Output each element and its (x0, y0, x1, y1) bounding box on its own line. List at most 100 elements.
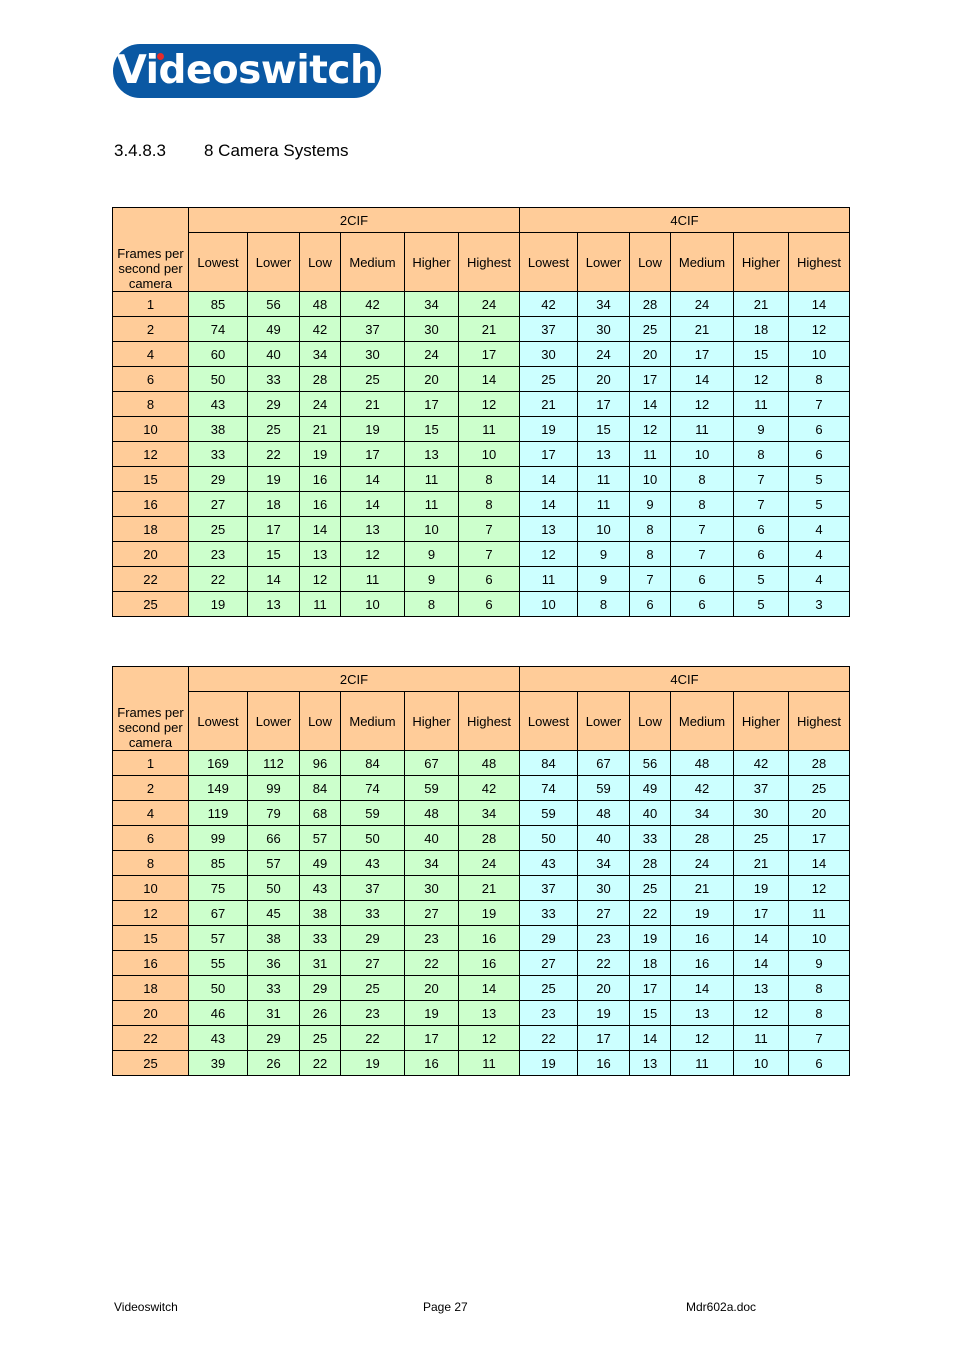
quality-level-header: Lowest (188, 232, 248, 292)
footer-page-number: Page 27 (423, 1300, 468, 1314)
cell-4cif: 17 (519, 441, 578, 467)
fps-cell: 1 (112, 750, 189, 776)
cell-2cif: 31 (247, 1000, 300, 1026)
group-header-2cif: 2CIF (188, 207, 520, 233)
cell-4cif: 74 (519, 775, 578, 801)
cell-4cif: 22 (629, 900, 671, 926)
cell-4cif: 19 (519, 1050, 578, 1076)
cell-4cif: 8 (788, 975, 850, 1001)
cell-2cif: 19 (188, 591, 248, 617)
cell-4cif: 17 (670, 341, 734, 367)
cell-4cif: 21 (733, 850, 789, 876)
cell-4cif: 12 (629, 416, 671, 442)
cell-2cif: 50 (188, 975, 248, 1001)
cell-4cif: 59 (577, 775, 630, 801)
quality-level-header: Highest (458, 232, 520, 292)
cell-4cif: 20 (788, 800, 850, 826)
cell-4cif: 37 (519, 316, 578, 342)
cell-4cif: 25 (629, 316, 671, 342)
cell-2cif: 9 (404, 541, 459, 567)
cell-2cif: 14 (247, 566, 300, 592)
cell-4cif: 28 (670, 825, 734, 851)
cell-4cif: 40 (577, 825, 630, 851)
cell-4cif: 5 (788, 491, 850, 517)
quality-level-header: Low (299, 232, 341, 292)
fps-cell: 12 (112, 441, 189, 467)
cell-2cif: 19 (299, 441, 341, 467)
quality-level-header: Medium (340, 232, 405, 292)
cell-4cif: 11 (733, 391, 789, 417)
cell-4cif: 37 (519, 875, 578, 901)
cell-2cif: 22 (247, 441, 300, 467)
cell-4cif: 16 (670, 925, 734, 951)
cell-4cif: 21 (670, 875, 734, 901)
table-row: 8 85 57 49 43 34 24 43 34 28 24 21 14 (112, 850, 850, 876)
cell-4cif: 14 (670, 975, 734, 1001)
cell-2cif: 21 (458, 875, 520, 901)
fps-table-2: Frames per second per camera 2CIF 4CIF Lowe… (112, 666, 850, 1076)
cell-4cif: 11 (670, 1050, 734, 1076)
cell-4cif: 13 (670, 1000, 734, 1026)
cell-4cif: 48 (670, 750, 734, 776)
cell-4cif: 50 (519, 825, 578, 851)
cell-4cif: 12 (733, 1000, 789, 1026)
cell-2cif: 9 (404, 566, 459, 592)
fps-cell: 6 (112, 825, 189, 851)
cell-2cif: 30 (404, 875, 459, 901)
cell-2cif: 169 (188, 750, 248, 776)
fps-cell: 12 (112, 900, 189, 926)
cell-4cif: 15 (733, 341, 789, 367)
fps-cell: 6 (112, 366, 189, 392)
table-row: 12 67 45 38 33 27 19 33 27 22 19 17 11 (112, 900, 850, 926)
cell-2cif: 17 (404, 391, 459, 417)
table-row: 16 27 18 16 14 11 8 14 11 9 8 7 5 (112, 491, 850, 517)
cell-4cif: 8 (629, 516, 671, 542)
cell-4cif: 17 (577, 391, 630, 417)
cell-4cif: 6 (788, 441, 850, 467)
quality-level-header: Highest (788, 691, 850, 751)
cell-2cif: 30 (340, 341, 405, 367)
cell-4cif: 23 (519, 1000, 578, 1026)
quality-level-header: Low (299, 691, 341, 751)
cell-2cif: 21 (340, 391, 405, 417)
cell-2cif: 40 (247, 341, 300, 367)
cell-2cif: 29 (340, 925, 405, 951)
cell-2cif: 14 (340, 491, 405, 517)
cell-4cif: 25 (519, 366, 578, 392)
cell-2cif: 16 (404, 1050, 459, 1076)
group-header-4cif: 4CIF (519, 666, 850, 692)
cell-2cif: 66 (247, 825, 300, 851)
quality-level-header: Higher (404, 691, 459, 751)
cell-4cif: 24 (577, 341, 630, 367)
cell-2cif: 17 (340, 441, 405, 467)
fps-cell: 16 (112, 950, 189, 976)
cell-4cif: 25 (788, 775, 850, 801)
cell-4cif: 7 (733, 466, 789, 492)
table-row: 8 43 29 24 21 17 12 21 17 14 12 11 7 (112, 391, 850, 417)
cell-2cif: 26 (299, 1000, 341, 1026)
cell-2cif: 14 (458, 366, 520, 392)
cell-2cif: 33 (188, 441, 248, 467)
cell-2cif: 99 (247, 775, 300, 801)
cell-4cif: 11 (629, 441, 671, 467)
cell-2cif: 11 (299, 591, 341, 617)
fps-cell: 15 (112, 466, 189, 492)
table-row: 10 75 50 43 37 30 21 37 30 25 21 19 12 (112, 875, 850, 901)
group-header-2cif: 2CIF (188, 666, 520, 692)
cell-4cif: 30 (519, 341, 578, 367)
table-row: 18 25 17 14 13 10 7 13 10 8 7 6 4 (112, 516, 850, 542)
cell-2cif: 26 (247, 1050, 300, 1076)
cell-2cif: 43 (299, 875, 341, 901)
cell-4cif: 19 (519, 416, 578, 442)
cell-4cif: 40 (629, 800, 671, 826)
cell-2cif: 29 (247, 391, 300, 417)
cell-4cif: 10 (577, 516, 630, 542)
cell-4cif: 11 (577, 466, 630, 492)
cell-2cif: 11 (458, 416, 520, 442)
cell-2cif: 15 (247, 541, 300, 567)
cell-2cif: 57 (299, 825, 341, 851)
cell-2cif: 21 (458, 316, 520, 342)
fps-cell: 8 (112, 391, 189, 417)
cell-4cif: 42 (519, 291, 578, 317)
cell-2cif: 37 (340, 316, 405, 342)
